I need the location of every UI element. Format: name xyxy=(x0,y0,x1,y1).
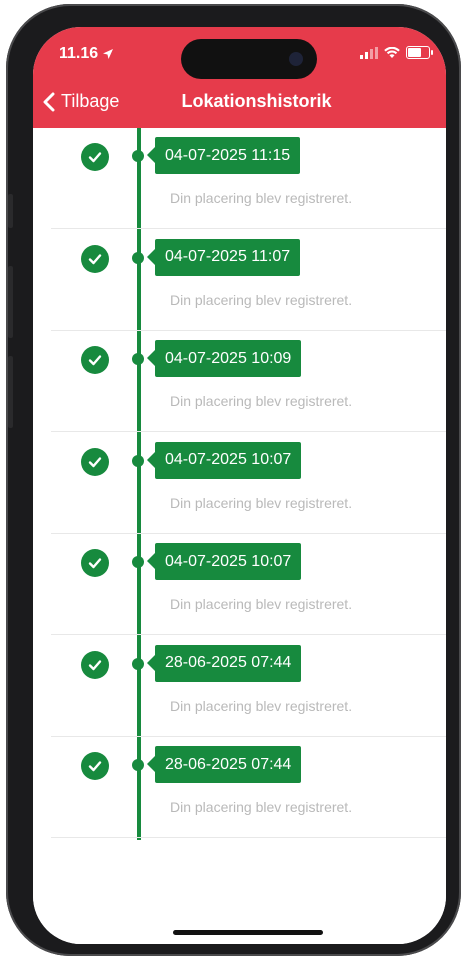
dynamic-island xyxy=(181,39,317,79)
timeline-list[interactable]: 04-07-2025 11:15 Din placering blev regis… xyxy=(33,128,446,944)
location-arrow-icon xyxy=(103,49,114,59)
app-header: 11.16 Tilbage Lokationshistorik xyxy=(33,27,446,128)
signal-icon xyxy=(360,46,378,59)
mute-switch xyxy=(8,194,13,228)
entry-message: Din placering blev registreret. xyxy=(170,190,353,206)
checkmark-icon xyxy=(81,650,109,679)
entry-message: Din placering blev registreret. xyxy=(170,697,353,714)
checkmark-icon xyxy=(81,143,109,171)
timestamp-badge: 04-07-2025 11:07 xyxy=(146,238,301,276)
camera-icon xyxy=(289,52,303,66)
timeline-entry[interactable]: 04-07-2025 10:07 Din placering blev regis… xyxy=(33,534,446,635)
timeline-dot xyxy=(132,454,144,467)
timeline-entry[interactable]: 28-06-2025 07:44 Din placering blev regis… xyxy=(33,737,446,838)
checkmark-icon xyxy=(81,752,109,780)
entry-message: Din placering blev registreret. xyxy=(170,291,353,308)
checkmark-icon xyxy=(81,549,109,577)
timeline-dot xyxy=(132,657,144,670)
timeline-entry[interactable]: 04-07-2025 11:07 Din placering blev regis… xyxy=(33,230,446,331)
checkmark-icon xyxy=(81,244,109,273)
timeline-dot xyxy=(132,353,144,365)
battery-icon xyxy=(406,46,433,59)
status-time: 11.16 xyxy=(59,45,114,63)
timestamp-badge: 04-07-2025 10:07 xyxy=(146,441,302,479)
home-indicator[interactable] xyxy=(173,930,323,935)
entry-message: Din placering blev registreret. xyxy=(170,799,353,815)
row-divider xyxy=(51,837,446,838)
timestamp-badge: 04-07-2025 10:07 xyxy=(146,543,302,580)
status-icons xyxy=(360,46,433,59)
timestamp-badge: 04-07-2025 11:15 xyxy=(146,137,301,174)
clock: 11.16 xyxy=(59,45,99,62)
timeline-dot xyxy=(132,556,144,568)
entry-message: Din placering blev registreret. xyxy=(170,596,353,612)
timestamp-badge: 04-07-2025 10:09 xyxy=(146,340,302,377)
checkmark-icon xyxy=(81,346,109,374)
timestamp-badge: 28-06-2025 07:44 xyxy=(146,746,302,783)
timeline-entry[interactable]: 04-07-2025 10:07 Din placering blev regis… xyxy=(33,433,446,534)
timeline-entry[interactable]: 04-07-2025 10:09 Din placering blev regis… xyxy=(33,331,446,432)
timeline-dot xyxy=(132,759,144,771)
timeline-dot xyxy=(132,150,144,162)
volume-down-button xyxy=(8,356,13,428)
timestamp-badge: 28-06-2025 07:44 xyxy=(146,644,302,682)
volume-up-button xyxy=(8,266,13,338)
phone-frame: 11.16 Tilbage Lokationshistorik 04-07-20… xyxy=(6,4,461,956)
entry-message: Din placering blev registreret. xyxy=(170,494,353,511)
screen: 11.16 Tilbage Lokationshistorik 04-07-20… xyxy=(33,27,446,944)
entry-message: Din placering blev registreret. xyxy=(170,393,353,409)
timeline-entry[interactable]: 04-07-2025 11:15 Din placering blev regis… xyxy=(33,128,446,229)
page-title: Lokationshistorik xyxy=(181,91,332,111)
timeline-entry[interactable]: 28-06-2025 07:44 Din placering blev regis… xyxy=(33,636,446,737)
timeline-dot xyxy=(132,251,144,264)
wifi-icon xyxy=(384,46,400,58)
checkmark-icon xyxy=(81,447,109,476)
